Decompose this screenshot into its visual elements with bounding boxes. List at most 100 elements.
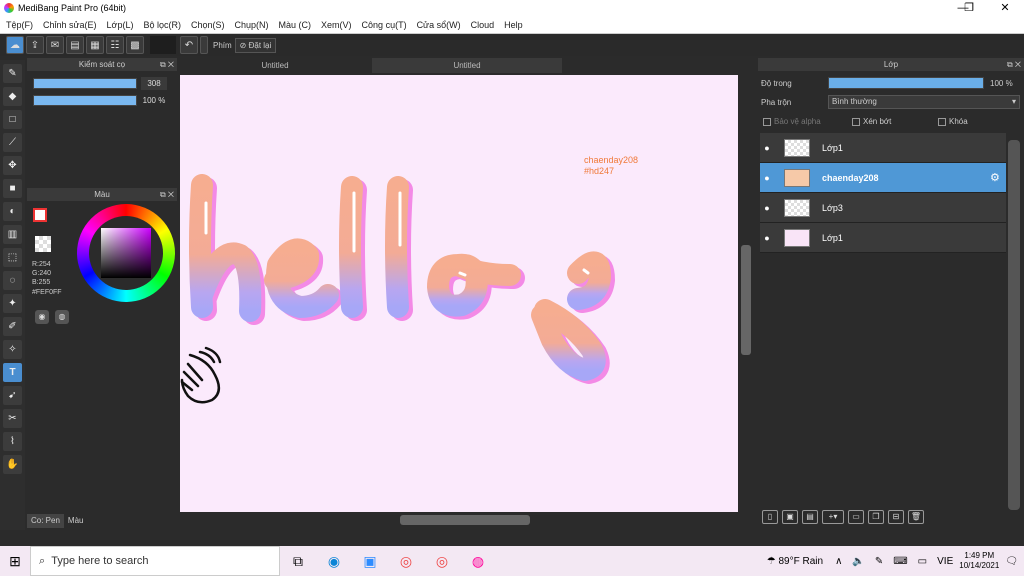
toolbar-handle[interactable]	[200, 36, 208, 54]
chrome-icon[interactable]: ◎	[388, 546, 424, 576]
grid-list-icon[interactable]: ☷	[106, 36, 124, 54]
visibility-icon[interactable]: ●	[760, 203, 774, 213]
select-eraser-tool-icon[interactable]: ✧	[3, 340, 22, 359]
layer-row-selected[interactable]: ● chaenday208 ⚙	[760, 163, 1006, 193]
taskbar-search-input[interactable]: ⌕ Type here to search	[30, 546, 280, 576]
task-view-icon[interactable]: ⧉	[280, 546, 316, 576]
magic-wand-tool-icon[interactable]: ✦	[3, 294, 22, 313]
folder-icon[interactable]: ▭	[848, 510, 864, 524]
foreground-color-swatch[interactable]	[33, 208, 47, 222]
layer-opacity-slider[interactable]	[828, 77, 984, 89]
chrome-profile-icon[interactable]: ◎	[424, 546, 460, 576]
reset-button[interactable]: ⊘ Đặt lại	[234, 37, 277, 53]
color-wheel[interactable]	[77, 204, 175, 302]
protect-alpha-checkbox[interactable]: Bảo vệ alpha	[763, 117, 821, 126]
weather-text[interactable]: 89°F Rain	[778, 556, 823, 567]
visibility-icon[interactable]: ●	[760, 233, 774, 243]
menu-window[interactable]: Cửa sổ(W)	[413, 20, 467, 30]
chevron-up-icon[interactable]: ∧	[835, 556, 842, 567]
select-rect-tool-icon[interactable]: ⬚	[3, 248, 22, 267]
layer-row[interactable]: ● Lớp3	[760, 193, 1006, 223]
pen-icon[interactable]: ✎	[875, 556, 883, 567]
transparent-color-swatch[interactable]	[35, 236, 51, 252]
tab-pen[interactable]: Co: Pen	[27, 514, 64, 528]
palette-settings-icon[interactable]: ◍	[55, 310, 69, 324]
new-8bit-layer-icon[interactable]: ▤	[802, 510, 818, 524]
menu-color[interactable]: Màu (C)	[275, 20, 318, 30]
comment-icon[interactable]: ✉	[46, 36, 64, 54]
menu-tools[interactable]: Công cụ(T)	[358, 20, 413, 30]
layer-panel-scrollbar[interactable]	[1008, 140, 1020, 510]
keyboard-icon[interactable]: ⌨	[893, 556, 907, 567]
brush-opacity-slider[interactable]	[33, 95, 137, 106]
divide-tool-icon[interactable]: ✂	[3, 409, 22, 428]
tab-document-1[interactable]: Untitled	[180, 58, 370, 73]
menu-filter[interactable]: Bộ lọc(R)	[139, 20, 187, 30]
brush-size-slider[interactable]	[33, 78, 137, 89]
medibang-taskbar-icon[interactable]: ◍	[460, 546, 496, 576]
menu-cloud[interactable]: Cloud	[467, 20, 501, 30]
eraser-tool-icon[interactable]: ◆	[3, 87, 22, 106]
menu-edit[interactable]: Chỉnh sửa(E)	[39, 20, 103, 30]
fill-rect-tool-icon[interactable]: ■	[3, 179, 22, 198]
delete-layer-icon[interactable]: 🗑	[908, 510, 924, 524]
gear-icon[interactable]: ⚙	[990, 171, 1006, 184]
grid-icon[interactable]: ▩	[126, 36, 144, 54]
lasso-tool-icon[interactable]: ◌	[3, 271, 22, 290]
layer-row[interactable]: ● Lớp1	[760, 223, 1006, 253]
panel-controls-icon[interactable]: ⧉ ✕	[160, 58, 174, 71]
bucket-tool-icon[interactable]: ◐	[3, 202, 22, 221]
tab-color[interactable]: Màu	[63, 514, 88, 528]
undo-button[interactable]: ↶	[180, 36, 198, 54]
select-pen-tool-icon[interactable]: ✐	[3, 317, 22, 336]
zoom-app-icon[interactable]: ▣	[352, 546, 388, 576]
gradient-tool-icon[interactable]: ▥	[3, 225, 22, 244]
new-layer-icon[interactable]: ▯	[762, 510, 778, 524]
palette-icon[interactable]: ◉	[35, 310, 49, 324]
visibility-icon[interactable]: ●	[760, 173, 774, 183]
drawing-canvas[interactable]: chaenday208 #hd247	[180, 75, 738, 512]
menu-select[interactable]: Chọn(S)	[187, 20, 231, 30]
canvas-horizontal-scrollbar[interactable]	[180, 514, 750, 526]
operation-tool-icon[interactable]: ➹	[3, 386, 22, 405]
layer-row[interactable]: ● Lớp1	[760, 133, 1006, 163]
duplicate-layer-icon[interactable]: ❐	[868, 510, 884, 524]
windows-start-icon[interactable]: ⊞	[0, 546, 30, 576]
menu-help[interactable]: Help	[500, 20, 529, 30]
close-window-button[interactable]: ✕	[988, 0, 1022, 16]
canvas-vertical-scrollbar[interactable]	[740, 75, 752, 512]
line-tool-icon[interactable]: ⟋	[3, 133, 22, 152]
brush-tool-icon[interactable]: ✎	[3, 64, 22, 83]
menu-file[interactable]: Tệp(F)	[2, 20, 39, 30]
brush-size-value[interactable]: 308	[141, 77, 167, 90]
visibility-icon[interactable]: ●	[760, 143, 774, 153]
move-tool-icon[interactable]: ✥	[3, 156, 22, 175]
tab-document-2[interactable]: Untitled	[372, 58, 562, 73]
menu-capture[interactable]: Chụp(N)	[231, 20, 275, 30]
cloud-icon[interactable]: ☁	[6, 36, 24, 54]
clipping-checkbox[interactable]: Xén bớt	[852, 117, 891, 126]
blend-mode-select[interactable]: Bình thường ▾	[828, 95, 1020, 109]
rectangle-tool-icon[interactable]: □	[3, 110, 22, 129]
merge-layer-icon[interactable]: ⊟	[888, 510, 904, 524]
clock[interactable]: 1:49 PM 10/14/2021	[959, 551, 999, 571]
vertical-scroll-thumb[interactable]	[741, 245, 751, 355]
eyedropper-tool-icon[interactable]: ⌇	[3, 432, 22, 451]
horizontal-scroll-thumb[interactable]	[400, 515, 530, 525]
notification-icon[interactable]: 🗨	[1005, 556, 1018, 567]
layer-panel-controls-icon[interactable]: ⧉ ✕	[1007, 58, 1021, 71]
language-indicator[interactable]: VIE	[937, 556, 953, 567]
menu-layer[interactable]: Lớp(L)	[103, 20, 140, 30]
new-halftone-layer-icon[interactable]: ▣	[782, 510, 798, 524]
document-icon[interactable]: ▦	[86, 36, 104, 54]
menu-view[interactable]: Xem(V)	[317, 20, 358, 30]
display-icon[interactable]: ▭	[918, 556, 927, 567]
add-layer-dropdown-icon[interactable]: +▾	[822, 510, 844, 524]
hand-tool-icon[interactable]: ✋	[3, 455, 22, 474]
color-panel-controls-icon[interactable]: ⧉ ✕	[160, 188, 174, 201]
share-icon[interactable]: ⇪	[26, 36, 44, 54]
text-tool-icon[interactable]: T	[3, 363, 22, 382]
lock-checkbox[interactable]: Khóa	[938, 117, 968, 126]
edge-browser-icon[interactable]: ◉	[316, 546, 352, 576]
saturation-value-box[interactable]	[101, 228, 151, 278]
